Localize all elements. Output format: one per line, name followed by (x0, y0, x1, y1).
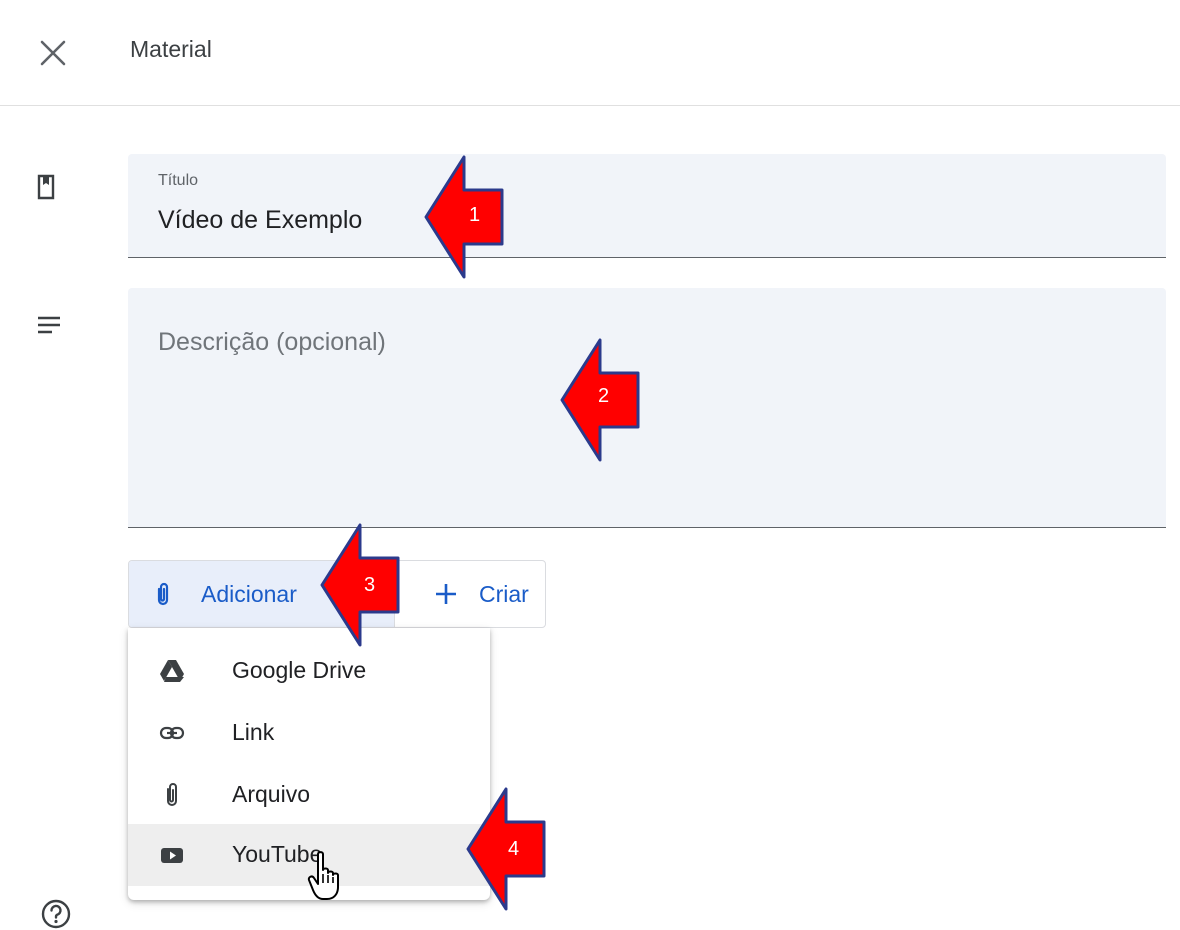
menu-item-arquivo[interactable]: Arquivo (128, 764, 490, 826)
hand-cursor-icon (307, 851, 339, 900)
link-icon (159, 726, 185, 740)
description-input[interactable]: Descrição (opcional) (158, 328, 386, 357)
page-title: Material (130, 36, 212, 62)
callout-number-3: 3 (364, 574, 376, 596)
title-input[interactable]: Vídeo de Exemplo (158, 206, 362, 235)
dialog-header: Material (0, 0, 1180, 106)
close-button[interactable] (32, 32, 74, 74)
close-icon[interactable] (32, 32, 74, 74)
add-button-label: Adicionar (201, 581, 297, 607)
callout-arrow-3 (320, 523, 400, 647)
paperclip-icon (167, 783, 177, 806)
title-field-label: Título (158, 172, 199, 189)
plus-icon (436, 584, 456, 604)
title-field[interactable]: Título Vídeo de Exemplo (128, 154, 1166, 258)
callout-number-1: 1 (469, 204, 481, 226)
menu-item-label: Google Drive (232, 657, 367, 683)
book-icon (36, 174, 56, 205)
paperclip-icon (157, 582, 169, 606)
google-drive-icon (160, 660, 184, 682)
menu-item-label: Arquivo (232, 781, 310, 807)
callout-number-4: 4 (508, 838, 520, 860)
youtube-icon (161, 848, 183, 863)
notes-icon (36, 314, 62, 343)
callout-arrow-2 (560, 338, 640, 462)
create-button-label: Criar (479, 581, 529, 607)
callout-arrow-4 (466, 787, 546, 911)
menu-item-label: Link (232, 719, 275, 745)
menu-item-link[interactable]: Link (128, 702, 490, 764)
help-icon[interactable] (40, 898, 72, 930)
callout-number-2: 2 (598, 385, 610, 407)
